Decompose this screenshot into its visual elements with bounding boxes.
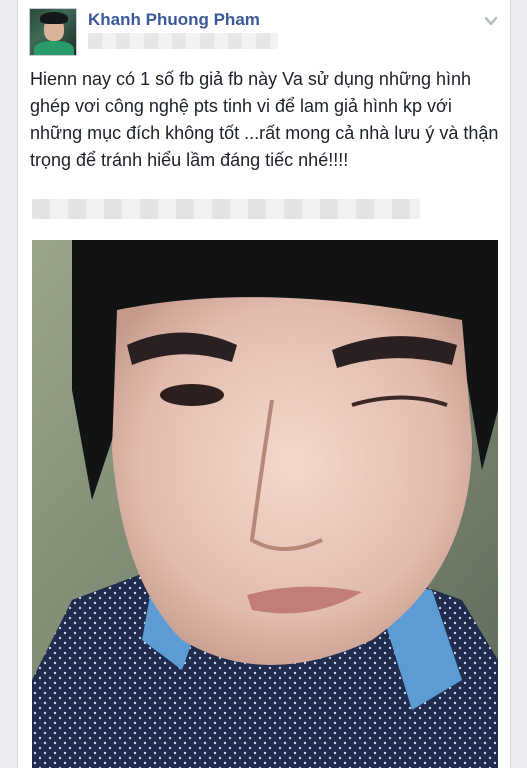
avatar-shirt (34, 41, 74, 55)
post-meta-blurred (88, 33, 278, 49)
avatar[interactable] (29, 8, 77, 56)
tagged-line-blurred (32, 199, 420, 219)
avatar-hair (40, 12, 68, 24)
post-card: Khanh Phuong Pham Hienn nay có 1 số fb g… (17, 0, 511, 768)
photo-left-eye (160, 384, 224, 406)
chevron-down-icon[interactable] (484, 14, 498, 28)
author-name-link[interactable]: Khanh Phuong Pham (88, 10, 260, 30)
post-photo[interactable] (32, 240, 498, 768)
post-text: Hienn nay có 1 số fb giả fb này Va sử dụ… (30, 69, 499, 170)
